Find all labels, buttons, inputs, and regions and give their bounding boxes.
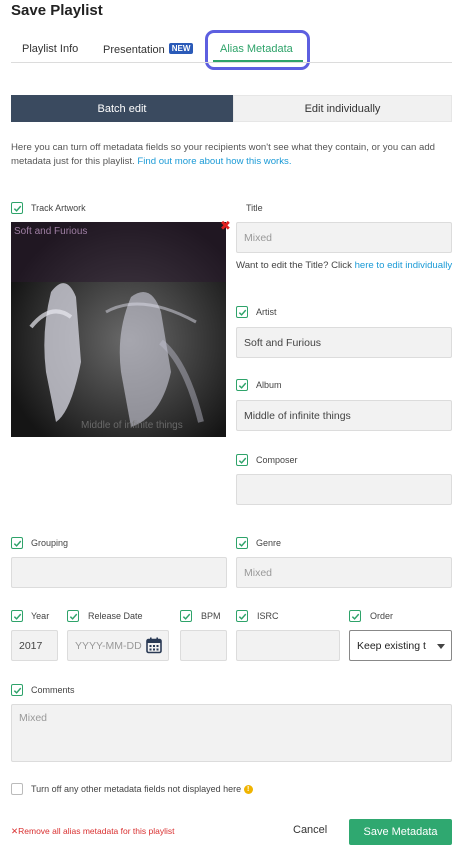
- remove-label: Remove all alias metadata for this playl…: [18, 826, 175, 836]
- check-icon: [351, 613, 359, 620]
- remove-artwork-icon[interactable]: ✖: [220, 218, 231, 234]
- edit-individually-link[interactable]: here to edit individually: [355, 260, 453, 271]
- tab-divider: [11, 62, 452, 63]
- year-label: Year: [31, 611, 50, 621]
- composer-label: Composer: [256, 455, 298, 465]
- isrc-field[interactable]: [236, 630, 340, 661]
- turn-off-others-label: Turn off any other metadata fields not d…: [31, 784, 253, 795]
- album-checkbox[interactable]: [236, 379, 248, 391]
- tab-playlist-info[interactable]: Playlist Info: [22, 43, 78, 55]
- track-artwork-image: Soft and Furious Middle of infinite thin…: [11, 222, 226, 437]
- bpm-label: BPM: [201, 611, 221, 621]
- order-label: Order: [370, 611, 394, 621]
- check-icon: [69, 613, 77, 620]
- order-select[interactable]: Keep existing t: [349, 630, 452, 661]
- comments-label: Comments: [31, 685, 75, 695]
- bpm-checkbox[interactable]: [180, 610, 192, 622]
- album-label: Album: [256, 380, 282, 390]
- grouping-checkbox[interactable]: [11, 537, 23, 549]
- composer-field[interactable]: [236, 474, 452, 505]
- save-metadata-button[interactable]: Save Metadata: [349, 819, 452, 845]
- check-icon: [182, 613, 190, 620]
- artwork-text-bottom: Middle of infinite things: [81, 420, 183, 431]
- calendar-icon[interactable]: [146, 637, 162, 654]
- tab-alias-metadata-label: Alias Metadata: [220, 43, 293, 55]
- comments-field[interactable]: Mixed: [11, 704, 452, 762]
- grouping-label: Grouping: [31, 538, 69, 548]
- turn-off-others-text: Turn off any other metadata fields not d…: [31, 784, 242, 794]
- check-icon: [13, 540, 21, 547]
- check-icon: [13, 687, 21, 694]
- year-field[interactable]: 2017: [11, 630, 58, 661]
- tab-label: Playlist Info: [22, 43, 79, 55]
- genre-checkbox[interactable]: [236, 537, 248, 549]
- order-checkbox[interactable]: [349, 610, 361, 622]
- title-hint: Want to edit the Title? Click here to ed…: [236, 259, 456, 272]
- check-icon: [238, 309, 246, 316]
- genre-field[interactable]: Mixed: [236, 557, 452, 588]
- title-label: Title: [246, 203, 263, 213]
- comments-checkbox[interactable]: [11, 684, 23, 696]
- order-select-value: Keep existing t: [357, 639, 426, 652]
- isrc-label: ISRC: [257, 611, 279, 621]
- check-icon: [13, 613, 21, 620]
- description: Here you can turn off metadata fields so…: [11, 141, 456, 168]
- check-icon: [238, 613, 246, 620]
- album-field[interactable]: Middle of infinite things: [236, 400, 452, 431]
- chevron-down-icon: [437, 644, 445, 649]
- tab-label: Presentation: [103, 44, 165, 56]
- release-date-checkbox[interactable]: [67, 610, 79, 622]
- track-artwork-label: Track Artwork: [31, 203, 86, 213]
- batch-edit-button[interactable]: Batch edit: [11, 95, 233, 122]
- title-hint-text: Want to edit the Title? Click: [236, 260, 352, 271]
- year-checkbox[interactable]: [11, 610, 23, 622]
- bpm-field[interactable]: [180, 630, 227, 661]
- tab-presentation[interactable]: Presentation NEW: [103, 43, 194, 56]
- learn-more-link[interactable]: Find out more about how this works.: [137, 156, 291, 167]
- check-icon: [238, 382, 246, 389]
- artist-field[interactable]: Soft and Furious: [236, 327, 452, 358]
- composer-checkbox[interactable]: [236, 454, 248, 466]
- check-icon: [13, 205, 21, 212]
- artist-checkbox[interactable]: [236, 306, 248, 318]
- turn-off-others-checkbox[interactable]: [11, 783, 23, 795]
- artwork-picture: [11, 222, 226, 437]
- cancel-button[interactable]: Cancel: [293, 824, 327, 836]
- grouping-field[interactable]: [11, 557, 227, 588]
- remove-all-alias-link[interactable]: ✕Remove all alias metadata for this play…: [11, 826, 175, 837]
- track-artwork-checkbox[interactable]: [11, 202, 23, 214]
- artwork-text-top: Soft and Furious: [14, 226, 88, 237]
- check-icon: [238, 457, 246, 464]
- info-icon[interactable]: !: [243, 785, 253, 795]
- release-date-label: Release Date: [88, 611, 143, 621]
- edit-individually-button[interactable]: Edit individually: [233, 95, 452, 122]
- genre-label: Genre: [256, 538, 282, 548]
- new-badge: NEW: [168, 43, 194, 54]
- title-field[interactable]: Mixed: [236, 222, 452, 253]
- check-icon: [238, 540, 246, 547]
- dialog-title: Save Playlist: [11, 2, 103, 19]
- artist-label: Artist: [256, 307, 277, 317]
- isrc-checkbox[interactable]: [236, 610, 248, 622]
